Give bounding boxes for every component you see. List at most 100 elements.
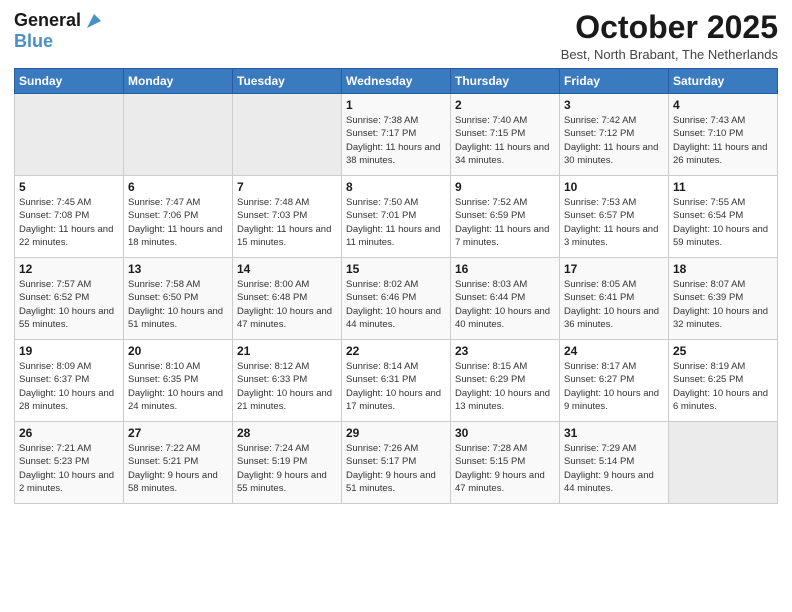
day-number: 15 xyxy=(346,262,446,276)
day-info: Sunrise: 7:55 AM Sunset: 6:54 PM Dayligh… xyxy=(673,196,773,249)
day-info: Sunrise: 8:19 AM Sunset: 6:25 PM Dayligh… xyxy=(673,360,773,413)
day-info: Sunrise: 7:21 AM Sunset: 5:23 PM Dayligh… xyxy=(19,442,119,495)
day-number: 17 xyxy=(564,262,664,276)
day-info: Sunrise: 7:53 AM Sunset: 6:57 PM Dayligh… xyxy=(564,196,664,249)
day-number: 10 xyxy=(564,180,664,194)
day-number: 16 xyxy=(455,262,555,276)
day-info: Sunrise: 8:10 AM Sunset: 6:35 PM Dayligh… xyxy=(128,360,228,413)
day-number: 21 xyxy=(237,344,337,358)
table-row: 1 Sunrise: 7:38 AM Sunset: 7:17 PM Daylig… xyxy=(342,94,451,176)
table-row: 13 Sunrise: 7:58 AM Sunset: 6:50 PM Dayli… xyxy=(124,258,233,340)
day-number: 7 xyxy=(237,180,337,194)
logo: General Blue xyxy=(14,10,105,52)
calendar-week-1: 1 Sunrise: 7:38 AM Sunset: 7:17 PM Daylig… xyxy=(15,94,778,176)
day-number: 14 xyxy=(237,262,337,276)
day-number: 25 xyxy=(673,344,773,358)
day-number: 8 xyxy=(346,180,446,194)
day-info: Sunrise: 7:40 AM Sunset: 7:15 PM Dayligh… xyxy=(455,114,555,167)
day-info: Sunrise: 8:17 AM Sunset: 6:27 PM Dayligh… xyxy=(564,360,664,413)
calendar: Sunday Monday Tuesday Wednesday Thursday… xyxy=(14,68,778,504)
day-info: Sunrise: 7:57 AM Sunset: 6:52 PM Dayligh… xyxy=(19,278,119,331)
day-number: 3 xyxy=(564,98,664,112)
day-info: Sunrise: 7:42 AM Sunset: 7:12 PM Dayligh… xyxy=(564,114,664,167)
table-row: 27Sunrise: 7:22 AM Sunset: 5:21 PM Dayli… xyxy=(124,422,233,504)
day-info: Sunrise: 7:52 AM Sunset: 6:59 PM Dayligh… xyxy=(455,196,555,249)
day-info: Sunrise: 7:43 AM Sunset: 7:10 PM Dayligh… xyxy=(673,114,773,167)
col-saturday: Saturday xyxy=(669,69,778,94)
day-number: 31 xyxy=(564,426,664,440)
day-number: 13 xyxy=(128,262,228,276)
table-row: 26 Sunrise: 7:21 AM Sunset: 5:23 PM Dayli… xyxy=(15,422,124,504)
table-row: 31Sunrise: 7:29 AM Sunset: 5:14 PM Dayli… xyxy=(560,422,669,504)
location: Best, North Brabant, The Netherlands xyxy=(561,47,778,62)
day-info: Sunrise: 8:03 AM Sunset: 6:44 PM Dayligh… xyxy=(455,278,555,331)
table-row: 30Sunrise: 7:28 AM Sunset: 5:15 PM Dayli… xyxy=(451,422,560,504)
logo-text-blue: Blue xyxy=(14,32,53,52)
day-number: 2 xyxy=(455,98,555,112)
calendar-week-5: 26 Sunrise: 7:21 AM Sunset: 5:23 PM Dayli… xyxy=(15,422,778,504)
table-row: 4 Sunrise: 7:43 AM Sunset: 7:10 PM Daylig… xyxy=(669,94,778,176)
day-number: 1 xyxy=(346,98,446,112)
day-number: 11 xyxy=(673,180,773,194)
day-number: 6 xyxy=(128,180,228,194)
day-number: 26 xyxy=(19,426,119,440)
table-row: 11 Sunrise: 7:55 AM Sunset: 6:54 PM Dayli… xyxy=(669,176,778,258)
table-row: 22 Sunrise: 8:14 AM Sunset: 6:31 PM Dayli… xyxy=(342,340,451,422)
day-number: 28 xyxy=(237,426,337,440)
day-info: Sunrise: 8:15 AM Sunset: 6:29 PM Dayligh… xyxy=(455,360,555,413)
table-row: 3 Sunrise: 7:42 AM Sunset: 7:12 PM Daylig… xyxy=(560,94,669,176)
table-row: 12Sunrise: 7:57 AM Sunset: 6:52 PM Dayli… xyxy=(15,258,124,340)
table-row: 6 Sunrise: 7:47 AM Sunset: 7:06 PM Daylig… xyxy=(124,176,233,258)
table-row: 7 Sunrise: 7:48 AM Sunset: 7:03 PM Daylig… xyxy=(233,176,342,258)
day-number: 20 xyxy=(128,344,228,358)
table-row: 8 Sunrise: 7:50 AM Sunset: 7:01 PM Daylig… xyxy=(342,176,451,258)
day-number: 30 xyxy=(455,426,555,440)
day-info: Sunrise: 7:38 AM Sunset: 7:17 PM Dayligh… xyxy=(346,114,446,167)
day-number: 19 xyxy=(19,344,119,358)
table-row: 23 Sunrise: 8:15 AM Sunset: 6:29 PM Dayli… xyxy=(451,340,560,422)
day-info: Sunrise: 8:12 AM Sunset: 6:33 PM Dayligh… xyxy=(237,360,337,413)
day-number: 23 xyxy=(455,344,555,358)
table-row: 15 Sunrise: 8:02 AM Sunset: 6:46 PM Dayli… xyxy=(342,258,451,340)
table-row: 24 Sunrise: 8:17 AM Sunset: 6:27 PM Dayli… xyxy=(560,340,669,422)
logo-text-general: General xyxy=(14,11,81,31)
table-row: 17 Sunrise: 8:05 AM Sunset: 6:41 PM Dayli… xyxy=(560,258,669,340)
day-info: Sunrise: 7:58 AM Sunset: 6:50 PM Dayligh… xyxy=(128,278,228,331)
day-number: 24 xyxy=(564,344,664,358)
table-row: 2 Sunrise: 7:40 AM Sunset: 7:15 PM Daylig… xyxy=(451,94,560,176)
table-row xyxy=(15,94,124,176)
table-row: 18Sunrise: 8:07 AM Sunset: 6:39 PM Dayli… xyxy=(669,258,778,340)
header: General Blue October 2025 Best, North Br… xyxy=(14,10,778,62)
day-number: 4 xyxy=(673,98,773,112)
calendar-week-4: 19 Sunrise: 8:09 AM Sunset: 6:37 PM Dayli… xyxy=(15,340,778,422)
table-row xyxy=(669,422,778,504)
table-row: 19 Sunrise: 8:09 AM Sunset: 6:37 PM Dayli… xyxy=(15,340,124,422)
col-wednesday: Wednesday xyxy=(342,69,451,94)
table-row: 9 Sunrise: 7:52 AM Sunset: 6:59 PM Daylig… xyxy=(451,176,560,258)
day-info: Sunrise: 7:47 AM Sunset: 7:06 PM Dayligh… xyxy=(128,196,228,249)
calendar-week-3: 12Sunrise: 7:57 AM Sunset: 6:52 PM Dayli… xyxy=(15,258,778,340)
day-number: 22 xyxy=(346,344,446,358)
day-info: Sunrise: 7:48 AM Sunset: 7:03 PM Dayligh… xyxy=(237,196,337,249)
day-info: Sunrise: 8:02 AM Sunset: 6:46 PM Dayligh… xyxy=(346,278,446,331)
day-number: 9 xyxy=(455,180,555,194)
day-info: Sunrise: 8:14 AM Sunset: 6:31 PM Dayligh… xyxy=(346,360,446,413)
day-info: Sunrise: 7:50 AM Sunset: 7:01 PM Dayligh… xyxy=(346,196,446,249)
calendar-week-2: 5Sunrise: 7:45 AM Sunset: 7:08 PM Daylig… xyxy=(15,176,778,258)
table-row xyxy=(233,94,342,176)
page: General Blue October 2025 Best, North Br… xyxy=(0,0,792,612)
table-row: 25 Sunrise: 8:19 AM Sunset: 6:25 PM Dayli… xyxy=(669,340,778,422)
logo-icon xyxy=(83,10,105,32)
col-friday: Friday xyxy=(560,69,669,94)
col-thursday: Thursday xyxy=(451,69,560,94)
table-row: 14Sunrise: 8:00 AM Sunset: 6:48 PM Dayli… xyxy=(233,258,342,340)
day-number: 18 xyxy=(673,262,773,276)
day-number: 27 xyxy=(128,426,228,440)
day-info: Sunrise: 8:05 AM Sunset: 6:41 PM Dayligh… xyxy=(564,278,664,331)
table-row xyxy=(124,94,233,176)
day-number: 29 xyxy=(346,426,446,440)
table-row: 29Sunrise: 7:26 AM Sunset: 5:17 PM Dayli… xyxy=(342,422,451,504)
table-row: 20 Sunrise: 8:10 AM Sunset: 6:35 PM Dayli… xyxy=(124,340,233,422)
day-info: Sunrise: 8:09 AM Sunset: 6:37 PM Dayligh… xyxy=(19,360,119,413)
day-number: 5 xyxy=(19,180,119,194)
